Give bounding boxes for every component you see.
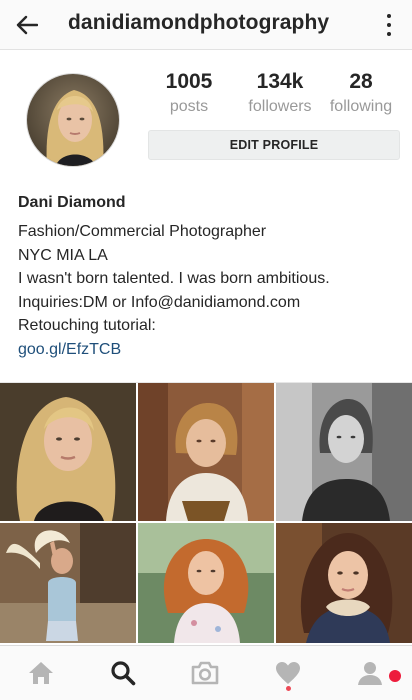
posts-count: 1005 bbox=[165, 70, 213, 93]
edit-profile-button[interactable]: EDIT PROFILE bbox=[148, 130, 400, 160]
nav-camera[interactable] bbox=[190, 658, 220, 688]
bio-line: NYC MIA LA bbox=[18, 246, 108, 264]
posts-label: posts bbox=[169, 98, 209, 115]
profile-notification-badge bbox=[389, 670, 401, 682]
more-options-button[interactable] bbox=[384, 12, 394, 38]
bio-line: Fashion/Commercial Photographer bbox=[18, 223, 267, 240]
photo-tile[interactable] bbox=[138, 383, 274, 521]
bio-line: Retouching tutorial: bbox=[18, 317, 156, 335]
photo-grid bbox=[0, 383, 412, 643]
following-label: following bbox=[329, 98, 393, 115]
profile-icon bbox=[358, 662, 382, 685]
activity-notification-dot bbox=[286, 686, 291, 691]
followers-stat[interactable]: 134k followers bbox=[232, 70, 328, 116]
bio-line: I wasn't born talented. I was born ambit… bbox=[18, 270, 330, 288]
photo-tile[interactable] bbox=[0, 523, 136, 643]
photo-tile[interactable] bbox=[0, 383, 136, 521]
bio-link[interactable]: goo.gl/EfzTCB bbox=[18, 338, 398, 362]
profile-full-name: Dani Diamond bbox=[18, 194, 126, 211]
nav-home[interactable] bbox=[26, 658, 56, 688]
home-icon bbox=[29, 662, 53, 684]
nav-search[interactable] bbox=[108, 658, 138, 688]
posts-stat[interactable]: 1005 posts bbox=[150, 70, 228, 116]
heart-icon bbox=[276, 662, 300, 684]
followers-count: 134k bbox=[256, 70, 304, 93]
bio-line: Inquiries:DM or Info@danidiamond.com bbox=[18, 293, 301, 311]
camera-icon bbox=[191, 661, 219, 685]
arrow-left-icon bbox=[16, 15, 38, 35]
vertical-dots-icon bbox=[387, 14, 391, 18]
following-count: 28 bbox=[349, 70, 373, 93]
nav-activity[interactable] bbox=[273, 658, 303, 688]
back-button[interactable] bbox=[14, 12, 40, 38]
photo-tile[interactable] bbox=[138, 523, 274, 643]
nav-profile[interactable] bbox=[355, 658, 385, 688]
bottom-nav bbox=[0, 645, 412, 700]
search-icon bbox=[111, 661, 136, 686]
photo-tile[interactable] bbox=[276, 523, 412, 643]
top-bar: danidiamondphotography bbox=[0, 0, 412, 50]
followers-label: followers bbox=[248, 98, 312, 115]
profile-bio: Dani Diamond Fashion/Commercial Photogra… bbox=[18, 194, 398, 362]
profile-username: danidiamondphotography bbox=[68, 11, 330, 34]
avatar[interactable] bbox=[26, 73, 120, 167]
following-stat[interactable]: 28 following bbox=[318, 70, 404, 116]
photo-tile[interactable] bbox=[276, 383, 412, 521]
profile-stats: 1005 posts 134k followers 28 following bbox=[150, 70, 400, 122]
